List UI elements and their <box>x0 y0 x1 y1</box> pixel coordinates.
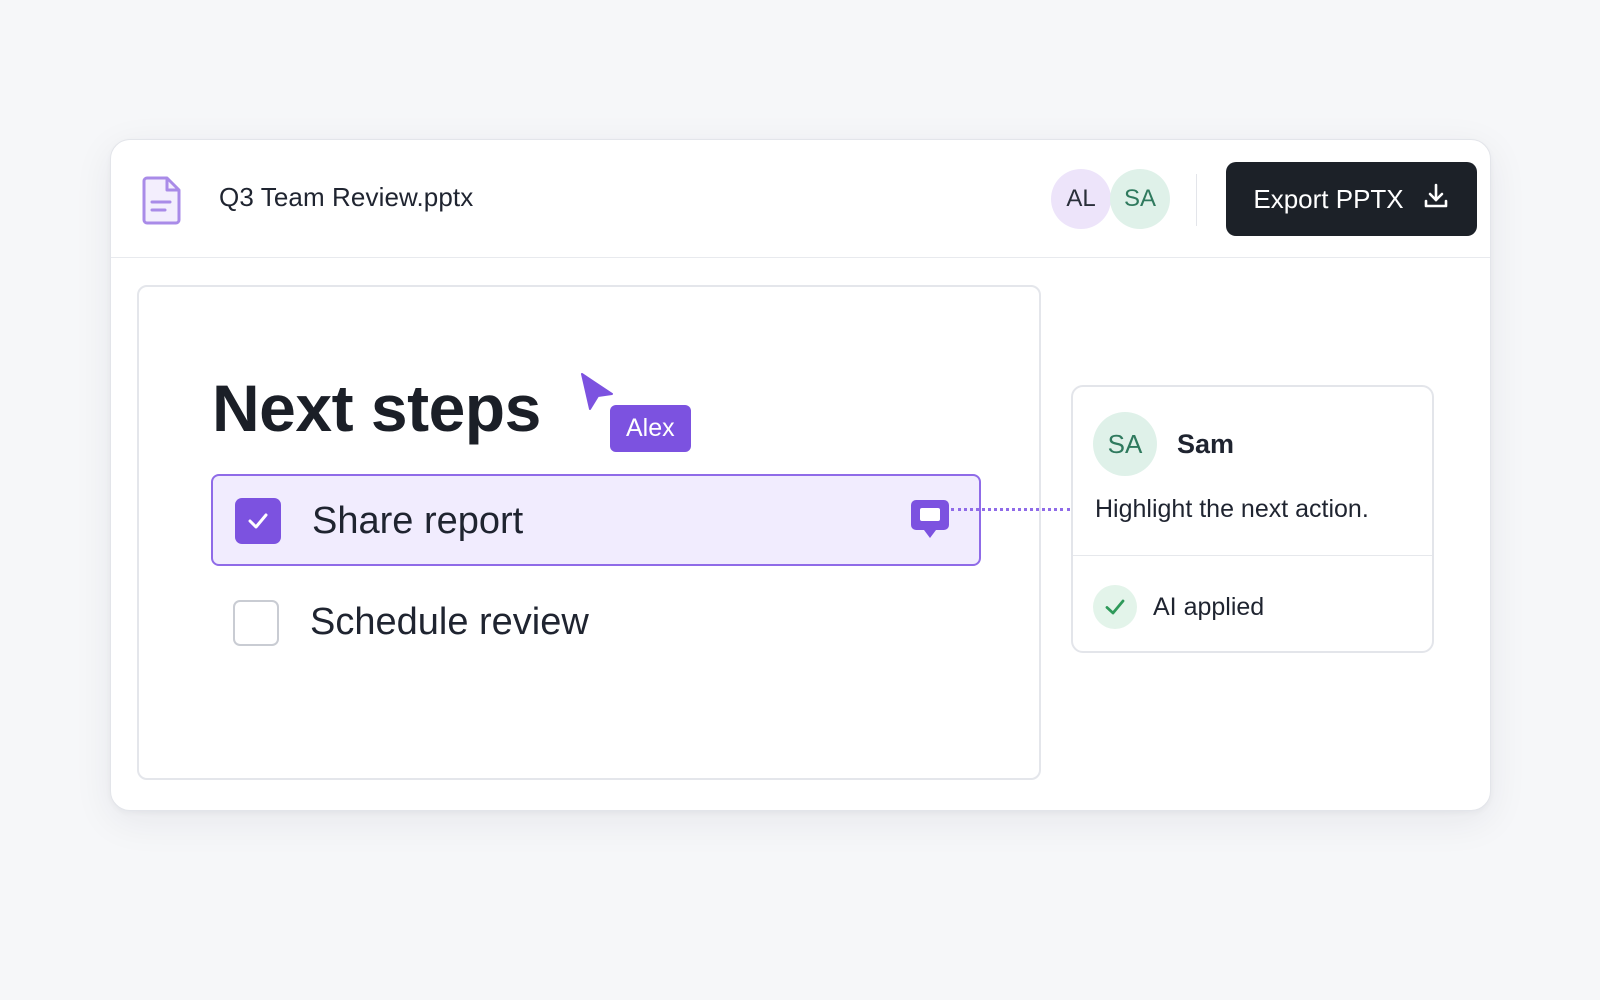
export-pptx-button[interactable]: Export PPTX <box>1226 162 1477 236</box>
export-label: Export PPTX <box>1253 183 1404 214</box>
avatar-al[interactable]: AL <box>1051 169 1111 229</box>
checkbox-checked[interactable] <box>235 498 281 544</box>
comment-connector-line <box>951 508 1070 511</box>
comment-text: Highlight the next action. <box>1095 495 1369 523</box>
cursor-arrow-icon <box>579 372 615 412</box>
avatar-sa[interactable]: SA <box>1110 169 1170 229</box>
slide-canvas[interactable]: Next steps Alex Share report Schedule re… <box>137 285 1041 780</box>
document-icon <box>141 175 183 225</box>
comment-icon[interactable] <box>910 498 950 542</box>
slide-title[interactable]: Next steps <box>212 370 541 446</box>
list-item-share-report[interactable]: Share report <box>211 474 981 566</box>
checkbox-unchecked[interactable] <box>233 600 279 646</box>
check-icon <box>248 513 268 529</box>
toolbar-divider <box>1196 174 1197 226</box>
list-item-label: Share report <box>312 500 524 542</box>
comment-divider <box>1073 555 1432 556</box>
check-icon <box>1093 585 1137 629</box>
app-window: Q3 Team Review.pptx AL SA Export PPTX Ne… <box>110 139 1491 811</box>
comment-status: AI applied <box>1153 593 1265 621</box>
comment-card[interactable]: SA Sam Highlight the next action. AI app… <box>1071 385 1434 653</box>
comment-author: Sam <box>1177 429 1235 459</box>
download-icon <box>1422 182 1450 217</box>
avatar: SA <box>1093 412 1157 476</box>
list-item-schedule-review[interactable]: Schedule review <box>211 577 981 669</box>
list-item-label: Schedule review <box>310 601 589 643</box>
title-bar: Q3 Team Review.pptx AL SA Export PPTX <box>111 140 1490 258</box>
file-name: Q3 Team Review.pptx <box>219 182 474 212</box>
cursor-user-label: Alex <box>610 405 691 452</box>
